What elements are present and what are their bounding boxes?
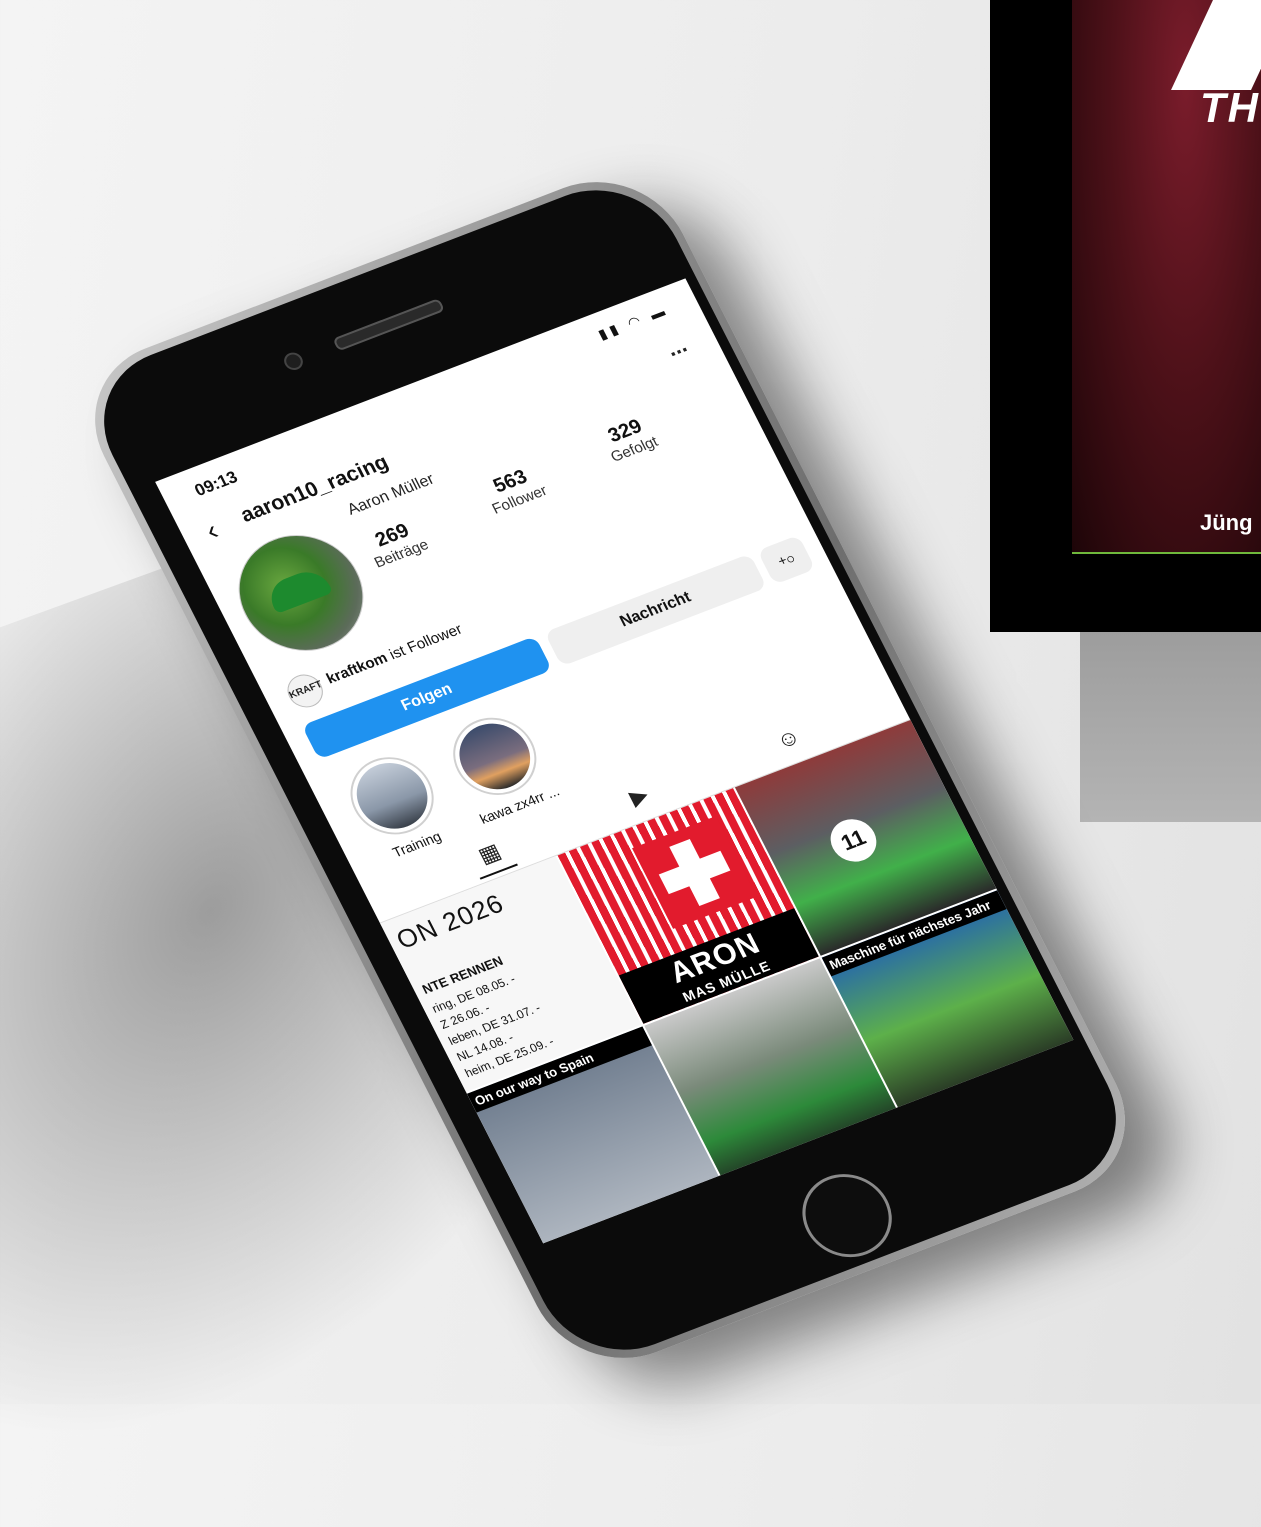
posts-stat[interactable]: 269 Beiträge <box>361 516 432 572</box>
back-arrow-icon[interactable]: ‹ <box>200 515 223 547</box>
poster-caption: Jüng <box>1200 510 1253 535</box>
home-button[interactable] <box>787 1161 907 1270</box>
bike-number: 11 <box>822 812 885 869</box>
earpiece-speaker <box>332 298 446 352</box>
mutual-follower-account: kraftkom <box>323 649 391 688</box>
add-person-icon[interactable]: +ဝ <box>757 534 816 585</box>
kraftkom-avatar-icon: KRAFT <box>281 669 329 713</box>
followers-stat[interactable]: 563 Follower <box>479 462 550 518</box>
tagged-tab-icon[interactable]: ☺ <box>764 720 816 763</box>
highlight-cover <box>447 713 543 800</box>
avatar-motorcycle <box>263 565 334 614</box>
swiss-cross-icon <box>632 816 758 929</box>
highlight-training[interactable]: Training <box>332 744 463 868</box>
poster-logo-shape <box>1171 0 1261 90</box>
poster-logo-text: TH <box>1200 84 1260 131</box>
reels-tab-icon[interactable]: ▶ <box>614 778 666 821</box>
background-poster: TH Jüng <box>1072 0 1261 554</box>
front-camera <box>280 349 306 373</box>
following-stat[interactable]: 329 Gefolgt <box>597 413 660 465</box>
highlight-cover <box>344 753 440 839</box>
highlight-kawa[interactable]: kawa zx4rr ... <box>435 704 566 828</box>
background-grey-panel <box>1080 632 1261 822</box>
